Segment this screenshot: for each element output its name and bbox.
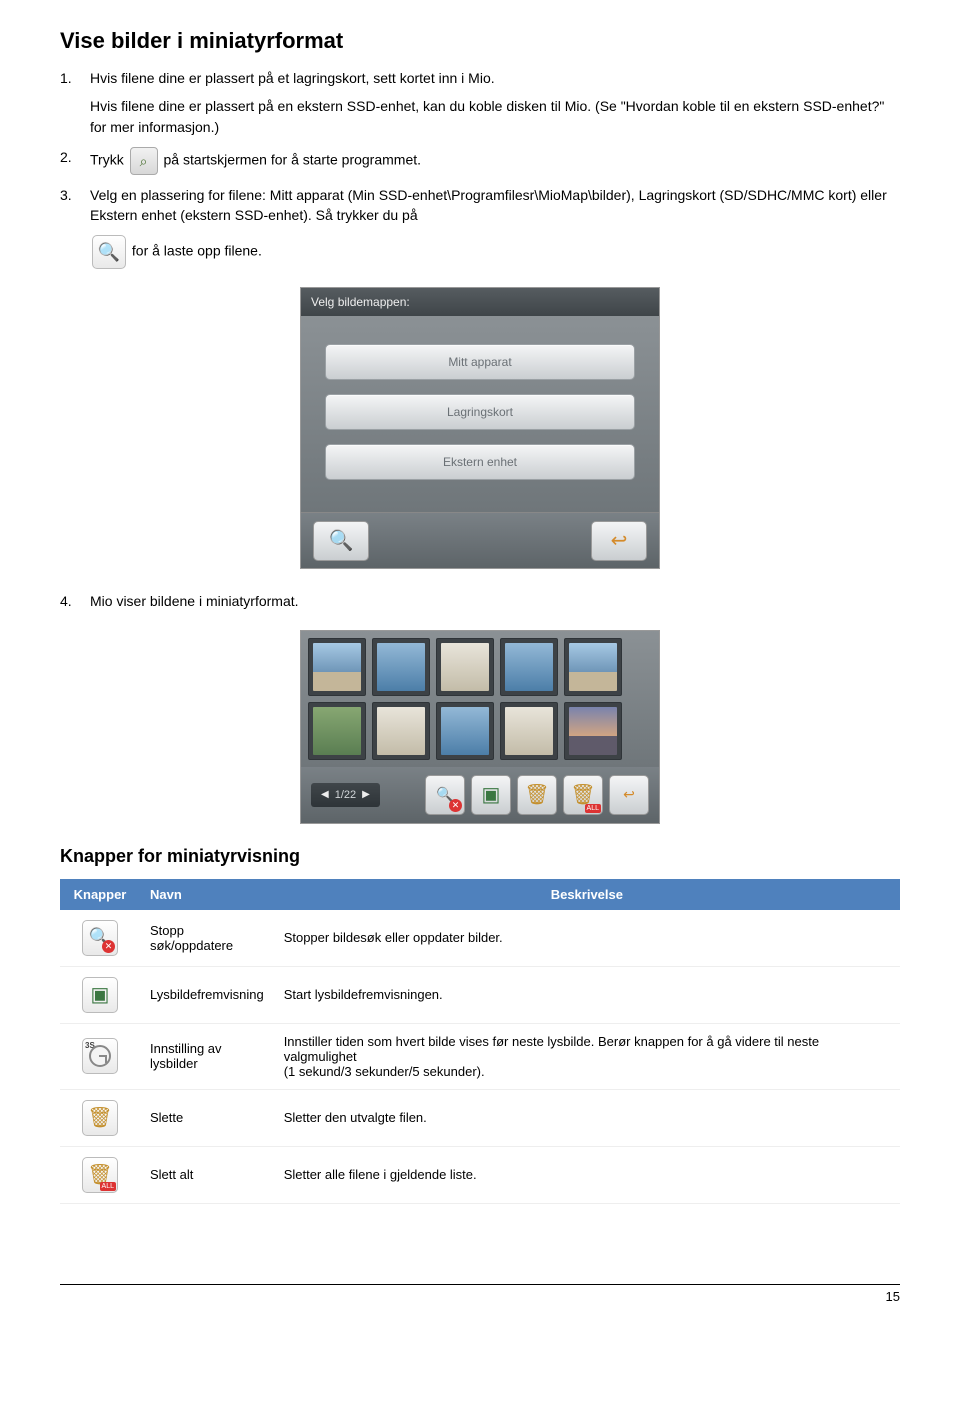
- button-name: Innstilling av lysbilder: [140, 1023, 274, 1089]
- back-button[interactable]: ↩: [591, 521, 647, 561]
- button-desc: Start lysbildefremvisningen.: [274, 966, 900, 1023]
- step-text: på startskjermen for å starte programmet…: [163, 152, 421, 168]
- button-name: Slett alt: [140, 1146, 274, 1203]
- delete-all-button[interactable]: 🗑ALL: [563, 775, 603, 815]
- step-text: Trykk: [90, 152, 124, 168]
- table-header: Navn: [140, 879, 274, 910]
- stop-refresh-button[interactable]: 🔍✕: [425, 775, 465, 815]
- back-button[interactable]: ↩: [609, 775, 649, 815]
- step-text: Mio viser bildene i miniatyrformat.: [90, 591, 900, 611]
- trash-all-icon: 🗑ALL: [82, 1157, 118, 1193]
- table-header: Beskrivelse: [274, 879, 900, 910]
- next-page-icon: ▶: [362, 789, 370, 800]
- thumbnail[interactable]: [500, 638, 558, 696]
- page-number: 15: [60, 1284, 900, 1304]
- buttons-table: Knapper Navn Beskrivelse 🔍✕ Stopp søk/op…: [60, 879, 900, 1204]
- thumbnail-view-screenshot: ◀ 1/22 ▶ 🔍✕ ▣ 🗑 🗑ALL ↩: [300, 630, 660, 824]
- slideshow-button[interactable]: ▣: [471, 775, 511, 815]
- table-row: 🗑ALL Slett alt Sletter alle filene i gje…: [60, 1146, 900, 1203]
- button-desc: Sletter alle filene i gjeldende liste.: [274, 1146, 900, 1203]
- thumbnail[interactable]: [372, 638, 430, 696]
- slideshow-icon: ▣: [82, 977, 118, 1013]
- trash-icon: 🗑: [524, 782, 549, 807]
- thumbnail[interactable]: [436, 702, 494, 760]
- cancel-badge-icon: ✕: [449, 799, 462, 812]
- button-name: Stopp søk/oppdatere: [140, 910, 274, 967]
- thumbnail[interactable]: [564, 702, 622, 760]
- button-desc: Sletter den utvalgte filen.: [274, 1089, 900, 1146]
- timer-icon: 3S: [82, 1038, 118, 1074]
- table-row: ▣ Lysbildefremvisning Start lysbildefrem…: [60, 966, 900, 1023]
- table-row: 🔍✕ Stopp søk/oppdatere Stopper bildesøk …: [60, 910, 900, 967]
- section-title: Knapper for miniatyrvisning: [60, 846, 900, 867]
- table-row: 🗑 Slette Sletter den utvalgte filen.: [60, 1089, 900, 1146]
- search-button[interactable]: 🔍: [313, 521, 369, 561]
- table-header: Knapper: [60, 879, 140, 910]
- button-desc: Innstiller tiden som hvert bilde vises f…: [274, 1023, 900, 1089]
- step-text: Velg en plassering for filene: Mitt appa…: [90, 187, 887, 223]
- button-name: Slette: [140, 1089, 274, 1146]
- thumbnail[interactable]: [500, 702, 558, 760]
- device-header: Velg bildemappen:: [301, 288, 659, 316]
- delete-button[interactable]: 🗑: [517, 775, 557, 815]
- storage-card-button[interactable]: Lagringskort: [325, 394, 635, 430]
- page-title: Vise bilder i miniatyrformat: [60, 28, 900, 54]
- slideshow-icon: ▣: [482, 782, 501, 807]
- step-text: for å laste opp filene.: [132, 243, 262, 259]
- my-device-button[interactable]: Mitt apparat: [325, 344, 635, 380]
- back-arrow-icon: ↩: [623, 786, 635, 803]
- thumbnail[interactable]: [564, 638, 622, 696]
- back-arrow-icon: ↩: [611, 528, 628, 553]
- table-row: 3S Innstilling av lysbilder Innstiller t…: [60, 1023, 900, 1089]
- step-number: 1.: [60, 68, 90, 137]
- step-number: 3.: [60, 185, 90, 226]
- page-count: 1/22: [335, 789, 356, 801]
- step-number: 2.: [60, 147, 90, 175]
- trash-icon: 🗑: [82, 1100, 118, 1136]
- step-text: Hvis filene dine er plassert på et lagri…: [90, 68, 900, 88]
- thumbnail[interactable]: [308, 702, 366, 760]
- magnify-icon: 🔍: [329, 528, 354, 553]
- thumbnail[interactable]: [436, 638, 494, 696]
- step-text: Hvis filene dine er plassert på en ekste…: [90, 96, 900, 137]
- folder-select-screenshot: Velg bildemappen: Mitt apparat Lagringsk…: [300, 287, 660, 569]
- prev-page-icon: ◀: [321, 789, 329, 800]
- button-name: Lysbildefremvisning: [140, 966, 274, 1023]
- stop-refresh-icon: 🔍✕: [82, 920, 118, 956]
- magnify-icon: 🔍: [92, 235, 126, 269]
- step-number: 4.: [60, 591, 90, 611]
- thumbnail[interactable]: [308, 638, 366, 696]
- button-desc: Stopper bildesøk eller oppdater bilder.: [274, 910, 900, 967]
- thumbnail[interactable]: [372, 702, 430, 760]
- all-badge: ALL: [585, 804, 601, 813]
- external-device-button[interactable]: Ekstern enhet: [325, 444, 635, 480]
- page-indicator[interactable]: ◀ 1/22 ▶: [311, 783, 380, 807]
- start-program-icon: ⌕: [130, 147, 158, 175]
